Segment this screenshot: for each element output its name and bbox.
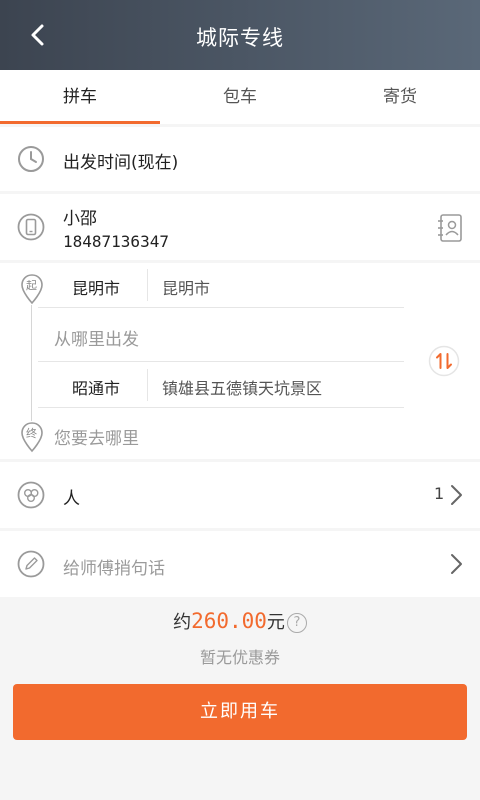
price-section: 约260.00元? 暂无优惠券 立即用车 bbox=[0, 600, 480, 800]
route-divider bbox=[38, 361, 404, 362]
phone-icon bbox=[17, 213, 45, 241]
passenger-count: 1 bbox=[434, 484, 445, 503]
departure-time-label: 出发时间(现在) bbox=[63, 153, 179, 173]
submit-button[interactable]: 立即用车 bbox=[13, 684, 467, 740]
price-amount: 260.00 bbox=[191, 609, 267, 633]
contact-name: 小邵 bbox=[63, 209, 97, 229]
route-divider bbox=[38, 307, 404, 308]
chevron-right-icon bbox=[451, 485, 462, 505]
coupon-status[interactable]: 暂无优惠券 bbox=[0, 644, 480, 668]
price-help-icon[interactable]: ? bbox=[286, 613, 307, 633]
from-city[interactable]: 昆明市 bbox=[72, 275, 120, 299]
tab-carpool[interactable]: 拼车 bbox=[0, 70, 160, 124]
tab-active-indicator bbox=[0, 121, 160, 124]
passengers-label: 人 bbox=[63, 489, 80, 509]
to-area[interactable]: 镇雄县五德镇天坑景区 bbox=[162, 375, 322, 399]
contact-row[interactable]: 小邵 18487136347 bbox=[0, 194, 480, 260]
swap-icon[interactable] bbox=[428, 345, 460, 377]
from-address-input[interactable]: 从哪里出发 bbox=[54, 325, 139, 350]
pencil-icon bbox=[17, 550, 45, 578]
route-section: 起 终 昆明市 昆明市 从哪里出发 昭通市 镇雄县五德镇天坑景区 您要去哪里 bbox=[0, 263, 480, 459]
message-input[interactable]: 给师傅捎句话 bbox=[63, 554, 165, 579]
price-prefix: 约 bbox=[173, 612, 192, 633]
tab-bar: 拼车 包车 寄货 bbox=[0, 70, 480, 124]
clock-icon bbox=[18, 146, 44, 172]
contact-phone: 18487136347 bbox=[63, 232, 169, 251]
message-row[interactable]: 给师傅捎句话 bbox=[0, 531, 480, 597]
from-divider bbox=[147, 269, 148, 301]
start-marker-label: 起 bbox=[26, 279, 37, 292]
to-address-input[interactable]: 您要去哪里 bbox=[54, 424, 139, 449]
app-header: 城际专线 bbox=[0, 0, 480, 70]
price-estimate: 约260.00元? bbox=[0, 608, 480, 634]
to-city[interactable]: 昭通市 bbox=[72, 375, 120, 399]
contact-book-icon[interactable] bbox=[436, 213, 464, 243]
page-title: 城际专线 bbox=[196, 26, 284, 50]
from-area[interactable]: 昆明市 bbox=[162, 275, 210, 299]
chevron-right-icon bbox=[451, 554, 462, 574]
people-icon bbox=[17, 481, 45, 509]
end-marker-label: 终 bbox=[26, 427, 37, 440]
tab-charter[interactable]: 包车 bbox=[160, 70, 320, 124]
departure-time-row[interactable]: 出发时间(现在) bbox=[0, 127, 480, 191]
price-unit: 元 bbox=[266, 612, 285, 633]
to-divider bbox=[147, 369, 148, 401]
route-connector-line bbox=[31, 305, 32, 421]
passengers-row[interactable]: 人 1 bbox=[0, 462, 480, 528]
route-divider bbox=[38, 407, 404, 408]
tab-delivery[interactable]: 寄货 bbox=[320, 70, 480, 124]
